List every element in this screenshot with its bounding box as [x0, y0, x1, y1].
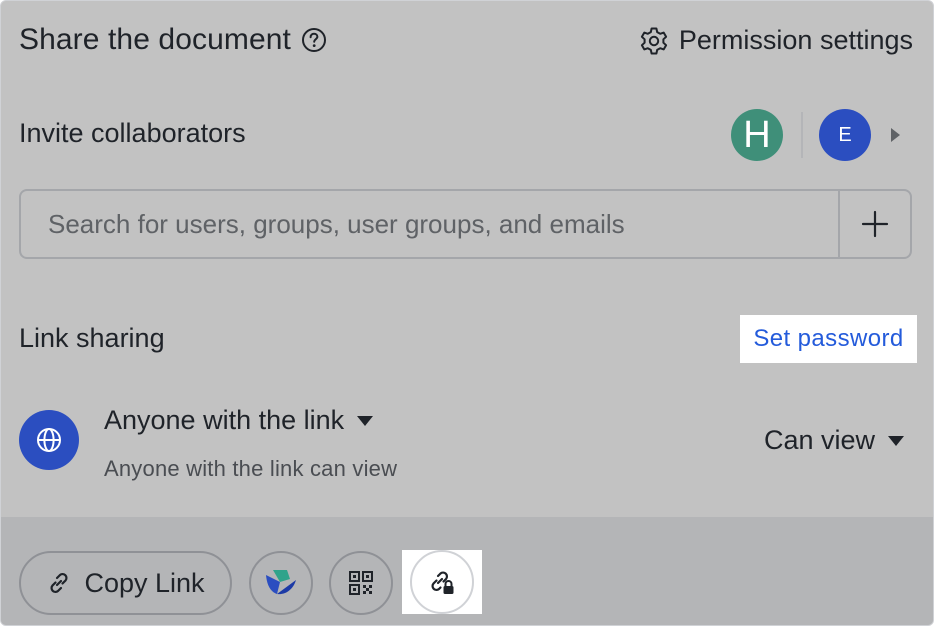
help-icon[interactable] [301, 27, 327, 53]
plus-icon [861, 210, 889, 238]
avatar-divider [801, 112, 803, 158]
collaborator-avatars: H E [731, 109, 901, 161]
lark-app-icon [266, 570, 296, 595]
dialog-title-row: Share the document [19, 23, 327, 57]
search-input[interactable] [21, 191, 838, 257]
link-scope-label: Anyone with the link [104, 405, 345, 435]
permission-settings-label: Permission settings [678, 25, 913, 55]
link-sharing-label: Link sharing [19, 323, 165, 353]
invite-collaborators-label: Invite collaborators [19, 118, 246, 148]
link-permission-dropdown[interactable]: Can view [764, 425, 905, 456]
copy-link-label: Copy Link [84, 567, 205, 598]
qr-code-button[interactable] [329, 551, 393, 615]
share-to-lark-button[interactable] [249, 551, 313, 615]
add-collaborator-button[interactable] [838, 191, 910, 257]
permission-settings-button[interactable]: Permission settings [639, 25, 913, 56]
link-lock-button[interactable] [410, 550, 474, 614]
link-lock-icon [431, 571, 454, 594]
dialog-title: Share the document [19, 23, 291, 56]
gear-icon [640, 27, 668, 54]
link-permission-label: Can view [763, 425, 875, 455]
set-password-link[interactable]: Set password [740, 315, 917, 363]
avatar-e[interactable]: E [819, 109, 871, 161]
avatar-h[interactable]: H [731, 109, 783, 161]
share-dialog: Share the document Permission settings I… [0, 0, 934, 626]
caret-down-icon [887, 435, 905, 447]
search-box [19, 189, 912, 259]
link-scope-dropdown[interactable]: Anyone with the link [104, 405, 374, 436]
copy-link-button[interactable]: Copy Link [19, 551, 232, 615]
link-scope-description: Anyone with the link can view [104, 456, 398, 481]
globe-icon [19, 410, 79, 470]
chevron-right-icon[interactable] [889, 127, 901, 143]
qr-code-icon [349, 571, 373, 595]
link-protection-highlight [402, 550, 482, 614]
link-icon [50, 572, 68, 594]
caret-down-icon [356, 415, 374, 427]
